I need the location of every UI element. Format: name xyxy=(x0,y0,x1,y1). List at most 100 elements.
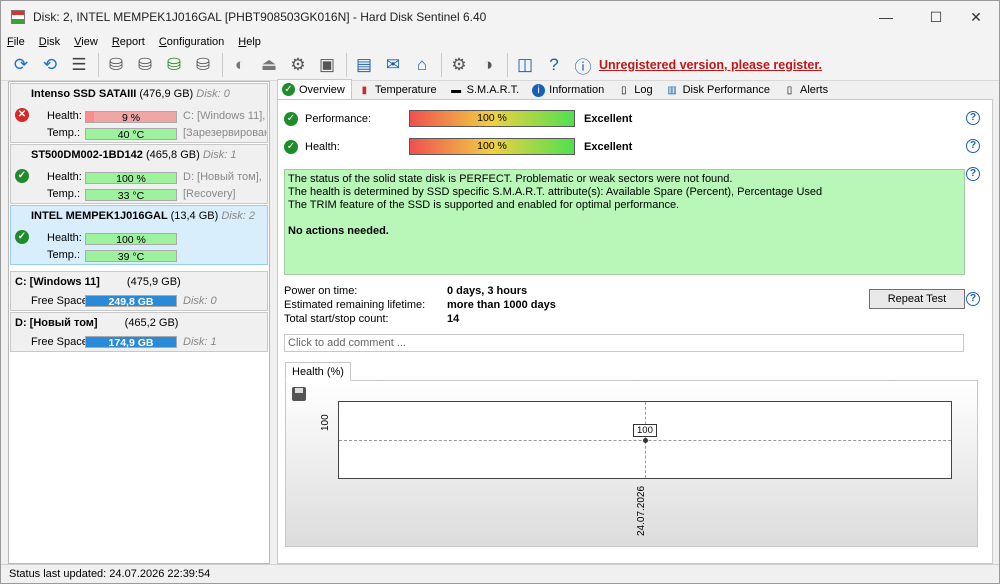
refresh-all-icon[interactable]: ⟲ xyxy=(38,53,62,77)
refresh-icon[interactable]: ⟳ xyxy=(9,53,33,77)
comment-input[interactable]: Click to add comment ... xyxy=(284,334,964,352)
sound-icon[interactable]: ◑ xyxy=(476,53,500,77)
tab-label: Log xyxy=(634,84,653,96)
volume-item-d[interactable]: D: [Новый том] (465,2 GB) Free Space 174… xyxy=(10,312,268,352)
minimize-icon[interactable]: — xyxy=(863,1,909,33)
toolbar-separator xyxy=(222,53,223,77)
chart-plot-area: 100 xyxy=(338,401,952,479)
partition-1: C: [Windows 11], xyxy=(183,110,266,122)
tab-bar: ✓ Overview ▮ Temperature ▬ S.M.A.R.T. i Info… xyxy=(277,79,993,100)
tab-log[interactable]: ▯ Log xyxy=(612,80,659,99)
smart-icon: ▬ xyxy=(451,84,462,96)
health-bar: 9 % xyxy=(85,111,177,124)
acoustic-icon[interactable]: ◐ xyxy=(228,53,252,77)
info-icon[interactable]: ⓘ xyxy=(571,53,595,77)
status-bar: Status last updated: 24.07.2026 22:39:54 xyxy=(1,564,999,583)
health-value: 100 % xyxy=(116,234,146,246)
window-title: Disk: 2, INTEL MEMPEK1J016GAL [PHBT90850… xyxy=(33,10,487,24)
tab-label: Alerts xyxy=(799,84,829,96)
help-icon[interactable]: ? xyxy=(966,167,980,181)
volume-item-c[interactable]: C: [Windows 11] (475,9 GB) Free Space 24… xyxy=(10,271,268,311)
toolbar-separator xyxy=(346,53,347,77)
help-icon[interactable]: ? xyxy=(966,139,980,153)
unregistered-link[interactable]: Unregistered version, please register. xyxy=(599,58,822,72)
close-icon[interactable]: ✕ xyxy=(953,1,999,33)
disk-list-icon[interactable]: ☰ xyxy=(67,53,91,77)
tab-health-chart[interactable]: Health (%) xyxy=(285,362,351,381)
settings-icon[interactable]: ⚙ xyxy=(447,53,471,77)
free-space-value: 174,9 GB xyxy=(108,337,154,349)
volume-disk-number: Disk: 1 xyxy=(183,336,217,348)
usb-icon[interactable]: ⚙ xyxy=(286,53,310,77)
partition-2: [Зарезервировано xyxy=(183,127,267,139)
disk-title: ST500DM002-1BD142 (465,8 GB) Disk: 1 xyxy=(31,149,236,161)
repeat-test-button[interactable]: Repeat Test xyxy=(869,289,965,309)
temp-label: Temp.: xyxy=(47,249,81,261)
info-key: Estimated remaining lifetime: xyxy=(284,299,426,311)
status-line: The TRIM feature of the SSD is supported… xyxy=(288,199,680,211)
tab-smart[interactable]: ▬ S.M.A.R.T. xyxy=(445,80,527,99)
network-icon[interactable]: ⌂ xyxy=(410,53,434,77)
status-box: The status of the solid state disk is PE… xyxy=(284,169,965,275)
tab-disk-performance[interactable]: ▥ Disk Performance xyxy=(661,80,777,99)
info-value: more than 1000 days xyxy=(447,299,556,311)
app-icon xyxy=(11,10,25,24)
health-value: 9 % xyxy=(121,112,141,124)
volume-name: D: [Новый том] xyxy=(15,317,98,329)
screenshot-icon[interactable]: ◫ xyxy=(513,53,537,77)
disk-item-1[interactable]: ST500DM002-1BD142 (465,8 GB) Disk: 1 ✓ H… xyxy=(10,144,268,204)
free-space-bar: 174,9 GB xyxy=(85,336,177,349)
info-row: Total start/stop count: 14 xyxy=(284,313,459,325)
health-label: Health: xyxy=(47,110,82,122)
menu-view[interactable]: View xyxy=(74,36,98,48)
help-icon[interactable]: ? xyxy=(966,111,980,125)
tab-label: Information xyxy=(549,84,605,96)
disk-item-0[interactable]: Intenso SSD SATAIII (476,9 GB) Disk: 0 ✕… xyxy=(10,83,268,143)
disk-number: Disk: 0 xyxy=(196,88,230,100)
help-icon[interactable]: ? xyxy=(542,53,566,77)
temp-bar: 40 °C xyxy=(85,128,177,141)
eject-icon[interactable]: ⏏ xyxy=(257,53,281,77)
disk-item-2[interactable]: INTEL MEMPEK1J016GAL (13,4 GB) Disk: 2 ✓… xyxy=(10,205,268,265)
toolbar: ⟳ ⟲ ☰ ⛁ ⛁ ⛁ ⛁ ◐ ⏏ ⚙ ▣ ▤ ✉ ⌂ ⚙ ◑ ◫ ? ⓘ Un… xyxy=(1,50,999,81)
temp-value: 33 °C xyxy=(117,190,145,202)
chart-icon: ▥ xyxy=(667,84,677,96)
menu-disk[interactable]: Disk xyxy=(39,36,60,48)
info-value: 14 xyxy=(447,313,460,325)
info-key: Total start/stop count: xyxy=(284,313,389,325)
save-icon[interactable] xyxy=(292,387,306,401)
help-icon[interactable]: ? xyxy=(966,292,980,306)
disk-erase-icon[interactable]: ⛁ xyxy=(191,53,215,77)
health-label: Health: xyxy=(47,232,82,244)
mail-icon[interactable]: ✉ xyxy=(381,53,405,77)
health-bar: 100 % xyxy=(85,233,177,246)
health-text: Excellent xyxy=(584,140,633,153)
tab-information[interactable]: i Information xyxy=(527,80,611,99)
tab-overview[interactable]: ✓ Overview xyxy=(277,79,352,99)
tab-temperature[interactable]: ▮ Temperature xyxy=(353,80,444,99)
thermometer-icon: ▮ xyxy=(361,84,368,96)
check-icon: ✓ xyxy=(284,111,298,126)
free-space-bar: 249,8 GB xyxy=(85,295,177,308)
menu-report[interactable]: Report xyxy=(112,36,145,48)
backup-icon[interactable]: ▣ xyxy=(315,53,339,77)
check-icon: ✓ xyxy=(284,139,298,154)
menu-configuration[interactable]: Configuration xyxy=(159,36,224,48)
disk-number: Disk: 1 xyxy=(202,149,237,161)
tab-alerts[interactable]: ▯ Alerts xyxy=(778,80,835,99)
performance-bar: 100 % xyxy=(409,110,575,127)
disk-test-icon[interactable]: ⛁ xyxy=(104,53,128,77)
free-space-label: Free Space xyxy=(31,295,88,307)
disk-name: Intenso SSD SATAIII xyxy=(31,88,137,100)
info-value: 0 days, 3 hours xyxy=(447,285,528,297)
disk-title: INTEL MEMPEK1J016GAL (13,4 GB) Disk: 2 xyxy=(31,210,255,222)
temp-label: Temp.: xyxy=(47,127,81,139)
disk-check-icon[interactable]: ⛁ xyxy=(162,53,186,77)
report-icon[interactable]: ▤ xyxy=(352,53,376,77)
menu-help[interactable]: Help xyxy=(238,36,261,48)
disk-schedule-icon[interactable]: ⛁ xyxy=(133,53,157,77)
menu-file[interactable]: File xyxy=(7,36,25,48)
tab-label: Temperature xyxy=(374,84,437,96)
overview-content: ✓ Performance: 100 % Excellent ? ✓ Healt… xyxy=(277,100,993,564)
chart-point xyxy=(643,438,648,443)
